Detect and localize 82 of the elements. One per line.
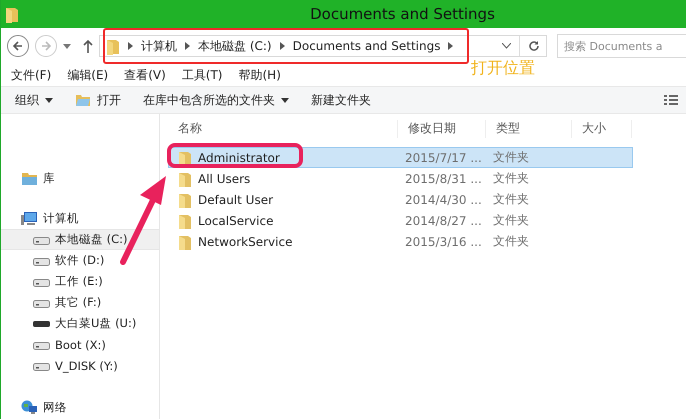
library-icon	[21, 171, 38, 186]
type-cell-text: 文件夹	[492, 149, 530, 166]
date-cell-text: 2014/4/30 ...	[404, 192, 483, 206]
caret-icon	[45, 98, 53, 102]
folder-icon	[75, 93, 91, 107]
folder-icon	[179, 170, 192, 186]
file-name: LocalService	[198, 214, 274, 228]
menu-item[interactable]: 编辑(E)	[67, 66, 108, 84]
sidebar-item[interactable]: 工作 (E:)	[1, 271, 159, 292]
network-icon	[21, 400, 38, 415]
toolbar-button[interactable]: 组织	[11, 90, 57, 110]
caret-icon	[281, 98, 289, 102]
up-arrow-icon[interactable]	[83, 39, 93, 53]
dropdown-icon[interactable]	[502, 43, 511, 49]
toolbar-button[interactable]: 在库中包含所选的文件夹	[139, 90, 293, 110]
sidebar-item[interactable]: V_DISK (Y:)	[1, 355, 159, 376]
dropdown-icon[interactable]	[63, 44, 71, 48]
back-button[interactable]	[7, 35, 29, 57]
file-row[interactable]: All Users 2015/8/31 ... 文件夹	[168, 168, 633, 189]
drive-icon	[33, 234, 50, 244]
computer-icon	[21, 211, 38, 226]
right-arrow-icon	[40, 40, 52, 52]
column-header[interactable]: 大小	[572, 120, 632, 138]
file-row[interactable]: LocalService 2014/8/27 ... 文件夹	[168, 210, 633, 231]
address-bar[interactable]: 计算机 本地磁盘 (C:) Documents and Settings	[99, 35, 547, 57]
toolbar-button[interactable]: 打开	[71, 90, 125, 110]
chevron-icon	[280, 42, 285, 50]
type-cell-text: 文件夹	[492, 191, 530, 208]
toolbar-button[interactable]: 新建文件夹	[307, 90, 375, 110]
folder-icon	[106, 37, 120, 55]
file-name: NetworkService	[198, 234, 292, 248]
window-title: Documents and Settings	[309, 5, 496, 23]
chevron-icon	[128, 42, 133, 50]
file-row[interactable]: NetworkService 2015/3/16 ... 文件夹	[168, 231, 633, 252]
type-cell-text: 文件夹	[492, 212, 530, 229]
left-arrow-icon	[12, 40, 24, 52]
drive-icon	[33, 340, 50, 350]
column-header[interactable]: 修改日期	[398, 120, 486, 138]
sidebar-item[interactable]: 大白菜U盘 (U:)	[1, 313, 159, 334]
drive-icon	[33, 298, 50, 308]
file-name: Administrator	[198, 150, 280, 164]
usb-drive-icon	[33, 318, 50, 328]
sidebar-item[interactable]: 本地磁盘 (C:)	[1, 229, 159, 250]
sidebar-item[interactable]: 库	[1, 168, 159, 189]
sidebar-item[interactable]: Boot (X:)	[1, 334, 159, 355]
file-row[interactable]: Default User 2014/4/30 ... 文件夹	[168, 189, 633, 210]
menu-item[interactable]: 工具(T)	[182, 66, 222, 84]
folder-icon	[179, 234, 192, 250]
drive-icon	[33, 360, 50, 370]
type-cell-text: 文件夹	[492, 170, 530, 187]
breadcrumb-item[interactable]: Documents and Settings	[292, 39, 440, 53]
drive-icon	[33, 256, 50, 266]
type-cell-text: 文件夹	[492, 233, 530, 250]
date-cell-text: 2015/7/17 ...	[404, 150, 483, 164]
column-header[interactable]: 名称	[168, 120, 398, 138]
breadcrumb-item[interactable]: 本地磁盘 (C:)	[198, 38, 272, 54]
search-field[interactable]: 搜索 Documents a	[557, 34, 686, 58]
breadcrumb-item[interactable]: 计算机	[141, 38, 177, 54]
drive-icon	[33, 276, 50, 286]
date-cell-text: 2014/8/27 ...	[404, 214, 483, 228]
menu-item[interactable]: 文件(F)	[11, 66, 52, 84]
date-cell-text: 2015/3/16 ...	[404, 234, 483, 248]
chevron-icon	[448, 42, 454, 50]
sidebar-item[interactable]: 软件 (D:)	[1, 250, 159, 271]
folder-icon	[179, 192, 192, 208]
view-options-icon[interactable]	[664, 94, 678, 106]
sidebar-item[interactable]: 网络	[1, 397, 159, 418]
file-name: Default User	[198, 192, 274, 206]
refresh-icon[interactable]	[528, 40, 540, 52]
chevron-icon	[185, 42, 190, 50]
sidebar-item[interactable]: 计算机	[1, 208, 159, 229]
file-name: All Users	[198, 172, 250, 186]
folder-icon	[179, 212, 192, 228]
folder-icon	[5, 5, 19, 23]
callout-text: 打开位置	[471, 58, 535, 79]
sidebar-item[interactable]: 其它 (F:)	[1, 292, 159, 313]
file-row[interactable]: Administrator 2015/7/17 ... 文件夹	[168, 147, 633, 168]
folder-icon	[179, 150, 192, 166]
menu-item[interactable]: 帮助(H)	[238, 66, 281, 84]
column-header[interactable]: 类型	[486, 120, 572, 138]
menu-item[interactable]: 查看(V)	[124, 66, 166, 84]
date-cell-text: 2015/8/31 ...	[404, 172, 483, 186]
